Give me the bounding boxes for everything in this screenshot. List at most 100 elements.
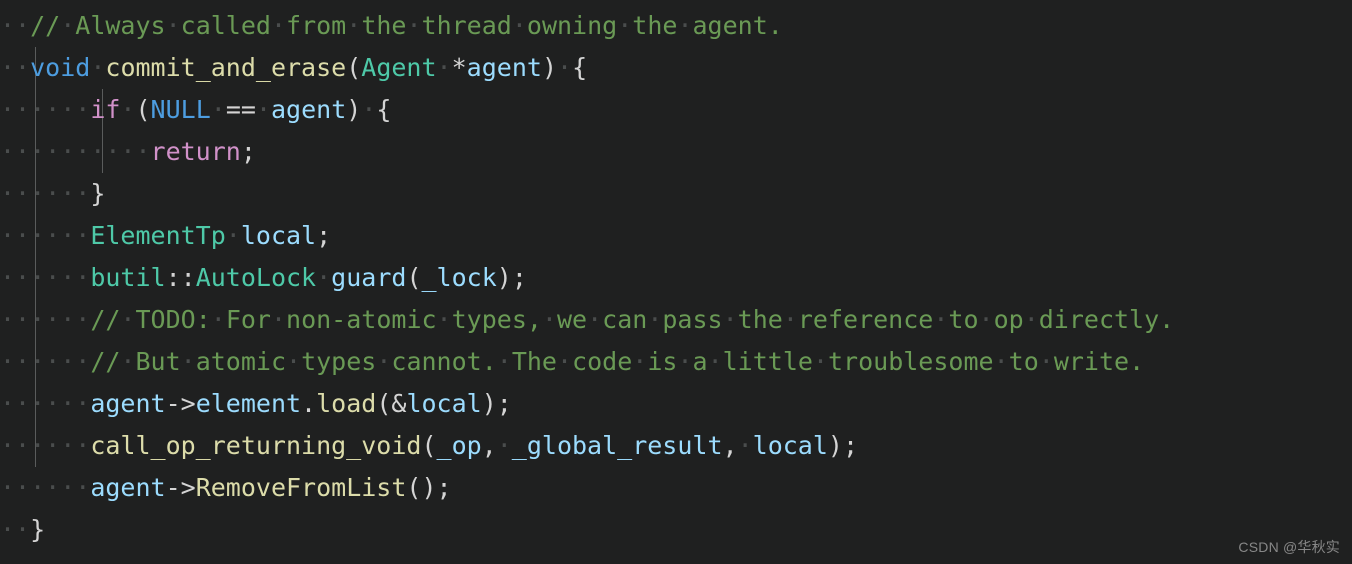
space-dot: · <box>707 347 723 376</box>
code-line[interactable]: ······ElementTp·local; <box>0 215 1352 257</box>
leading-whitespace-dots: ·· <box>0 53 31 82</box>
token-keyword: void <box>30 53 91 82</box>
token-ws: · <box>496 431 512 460</box>
code-line-content: ··void·commit_and_erase(Agent·*agent)·{ <box>0 47 1352 89</box>
token-ws: · <box>90 53 106 82</box>
token-ws: · <box>120 95 136 124</box>
token-func: call_op_returning_void <box>90 431 422 460</box>
code-line[interactable]: ··········return; <box>0 131 1352 173</box>
token-keyword: NULL <box>150 95 211 124</box>
leading-whitespace-dots: ······ <box>0 95 91 124</box>
space-dot: · <box>180 347 196 376</box>
token-comment: //·But·atomic·types·cannot.·The·code·is·… <box>90 347 1145 376</box>
space-dot: · <box>120 347 136 376</box>
token-var: local <box>752 431 828 460</box>
token-punct: ; <box>316 221 332 250</box>
token-var: local <box>240 221 317 250</box>
token-punct: { <box>572 53 588 82</box>
token-var: _global_result <box>511 431 723 460</box>
token-func: RemoveFromList <box>195 473 407 502</box>
code-line[interactable]: ······butil::AutoLock·guard(_lock); <box>0 257 1352 299</box>
token-punct: ; <box>496 389 512 418</box>
token-punct: . <box>301 389 317 418</box>
token-func: commit_and_erase <box>105 53 347 82</box>
code-lines-container[interactable]: ··//·Always·called·from·the·thread·ownin… <box>0 5 1352 551</box>
token-type: ElementTp <box>90 221 226 250</box>
token-punct: ; <box>436 473 452 502</box>
code-line[interactable]: ······call_op_returning_void(_op,·_globa… <box>0 425 1352 467</box>
code-editor-viewport[interactable]: ··//·Always·called·from·the·thread·ownin… <box>0 0 1352 564</box>
code-line-content: ······agent->RemoveFromList(); <box>0 467 1352 509</box>
code-line[interactable]: ······if·(NULL·==·agent)·{ <box>0 89 1352 131</box>
code-line[interactable]: ······//·But·atomic·types·cannot.·The·co… <box>0 341 1352 383</box>
space-dot: · <box>60 11 76 40</box>
code-line-content: ··//·Always·called·from·the·thread·ownin… <box>0 5 1352 47</box>
token-punct: , <box>481 431 497 460</box>
token-func: load <box>316 389 377 418</box>
token-comment: //·TODO:·For·non-atomic·types,·we·can·pa… <box>90 305 1175 334</box>
space-dot: · <box>617 11 633 40</box>
token-punct: :: <box>165 263 196 292</box>
token-punct: ( <box>421 431 437 460</box>
space-dot: · <box>165 11 181 40</box>
code-line-content: ··········return; <box>0 131 1352 173</box>
token-punct: ; <box>842 431 859 460</box>
code-line-content: ··} <box>0 509 1352 551</box>
token-punct: == <box>225 95 256 124</box>
space-dot: · <box>1038 347 1054 376</box>
token-punct: ( <box>406 263 422 292</box>
space-dot: · <box>1023 305 1039 334</box>
token-var: agent <box>90 389 166 418</box>
space-dot: · <box>677 347 693 376</box>
code-line-content: ······//·But·atomic·types·cannot.·The·co… <box>0 341 1352 383</box>
token-var: _op <box>436 431 482 460</box>
code-line[interactable]: ······agent->RemoveFromList(); <box>0 467 1352 509</box>
space-dot: · <box>210 305 226 334</box>
leading-whitespace-dots: ······ <box>0 347 91 376</box>
code-line[interactable]: ······//·TODO:·For·non-atomic·types,·we·… <box>0 299 1352 341</box>
space-dot: · <box>933 305 949 334</box>
space-dot: · <box>286 347 302 376</box>
token-ws: · <box>436 53 452 82</box>
token-punct: -> <box>165 473 196 502</box>
token-ws: · <box>316 263 332 292</box>
code-line[interactable]: ······agent->element.load(&local); <box>0 383 1352 425</box>
token-punct: ) <box>827 431 843 460</box>
token-punct: ) <box>346 95 362 124</box>
token-punct: ) <box>541 53 557 82</box>
leading-whitespace-dots: ·········· <box>0 137 151 166</box>
code-line-content: ······call_op_returning_void(_op,·_globa… <box>0 425 1352 467</box>
space-dot: · <box>406 11 422 40</box>
space-dot: · <box>677 11 693 40</box>
space-dot: · <box>120 305 136 334</box>
space-dot: · <box>270 11 287 40</box>
token-var: local <box>406 389 482 418</box>
token-punct: ) <box>481 389 497 418</box>
token-ctrl: return <box>150 137 241 166</box>
token-punct: } <box>30 515 46 544</box>
token-type: AutoLock <box>195 263 317 292</box>
space-dot: · <box>556 347 573 376</box>
code-line[interactable]: ··void·commit_and_erase(Agent·*agent)·{ <box>0 47 1352 89</box>
token-ws: · <box>225 221 241 250</box>
token-punct: ; <box>511 263 527 292</box>
space-dot: · <box>647 305 663 334</box>
token-type: Agent <box>361 53 437 82</box>
token-var: agent <box>466 53 542 82</box>
code-line[interactable]: ··} <box>0 509 1352 551</box>
token-punct: ( <box>346 53 362 82</box>
token-ctrl: if <box>90 95 121 124</box>
code-line[interactable]: ······} <box>0 173 1352 215</box>
code-line-content: ······//·TODO:·For·non-atomic·types,·we·… <box>0 299 1352 341</box>
token-var: agent <box>271 95 347 124</box>
leading-whitespace-dots: ·· <box>0 11 31 40</box>
token-punct: { <box>376 95 392 124</box>
token-ws: · <box>210 95 226 124</box>
space-dot: · <box>993 347 1009 376</box>
code-line[interactable]: ··//·Always·called·from·the·thread·ownin… <box>0 5 1352 47</box>
leading-whitespace-dots: ······ <box>0 473 91 502</box>
leading-whitespace-dots: ······ <box>0 389 91 418</box>
token-punct: } <box>90 179 106 208</box>
space-dot: · <box>511 11 527 40</box>
token-punct: ( <box>135 95 151 124</box>
